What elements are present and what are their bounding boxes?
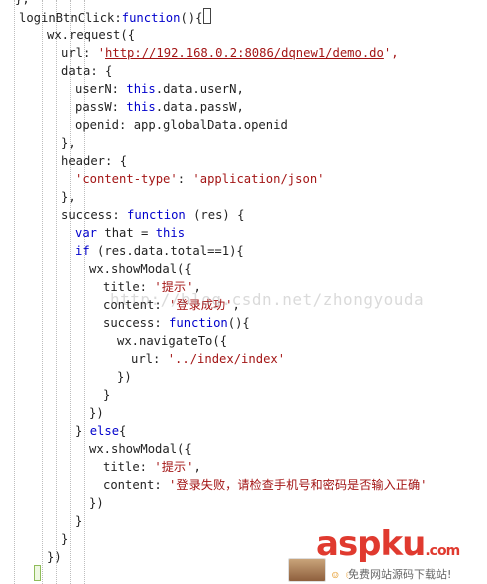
code-line: } else{ [75, 424, 127, 438]
code-line: 'content-type': 'application/json' [75, 172, 325, 186]
aspku-brand-overlay[interactable]: aspku.com ☺ ☾ 免费网站源码下载站! [288, 524, 483, 584]
request-url-link[interactable]: http://192.168.0.2:8086/dqnew1/demo.do [105, 46, 384, 60]
code-line: title: '提示', [103, 460, 201, 474]
code-line: } [75, 514, 83, 528]
bracket-cursor [203, 8, 212, 24]
code-line: }) [117, 370, 132, 384]
code-line: openid: app.globalData.openid [75, 118, 288, 132]
code-line: }, [61, 136, 76, 150]
code-line: success: function(){ [103, 316, 250, 330]
code-line: wx.showModal({ [89, 262, 192, 276]
code-line: }) [89, 406, 104, 420]
code-line: }) [47, 550, 62, 564]
code-line: passW: this.data.passW, [75, 100, 244, 114]
code-line: wx.showModal({ [89, 442, 192, 456]
code-line: userN: this.data.userN, [75, 82, 244, 96]
code-line: wx.request({ [47, 28, 136, 42]
code-line: header: { [61, 154, 128, 168]
code-line: url: 'http://192.168.0.2:8086/dqnew1/dem… [61, 46, 399, 60]
code-line: loginBtnClick:function(){ [0, 8, 212, 26]
code-line: success: function (res) { [61, 208, 245, 222]
code-line: var that = this [75, 226, 186, 240]
code-line: }; [0, 0, 30, 8]
code-line: url: '../index/index' [131, 352, 286, 366]
brand-tagline: 免费网站源码下载站! [348, 566, 452, 582]
code-line: data: { [61, 64, 113, 78]
code-line: content: '登录失败，请检查手机号和密码是否输入正确' [103, 478, 428, 492]
code-line: wx.navigateTo({ [117, 334, 228, 348]
code-line: }, [61, 190, 76, 204]
matching-bracket-marker [34, 565, 41, 581]
watermark-text: http://blog.csdn.net/zhongyouda [110, 290, 425, 309]
code-line: } [61, 532, 69, 546]
aspku-logo: aspku.com [316, 524, 460, 564]
code-line: } [103, 388, 111, 402]
code-line: }) [89, 496, 104, 510]
code-line: if (res.data.total==1){ [75, 244, 244, 258]
